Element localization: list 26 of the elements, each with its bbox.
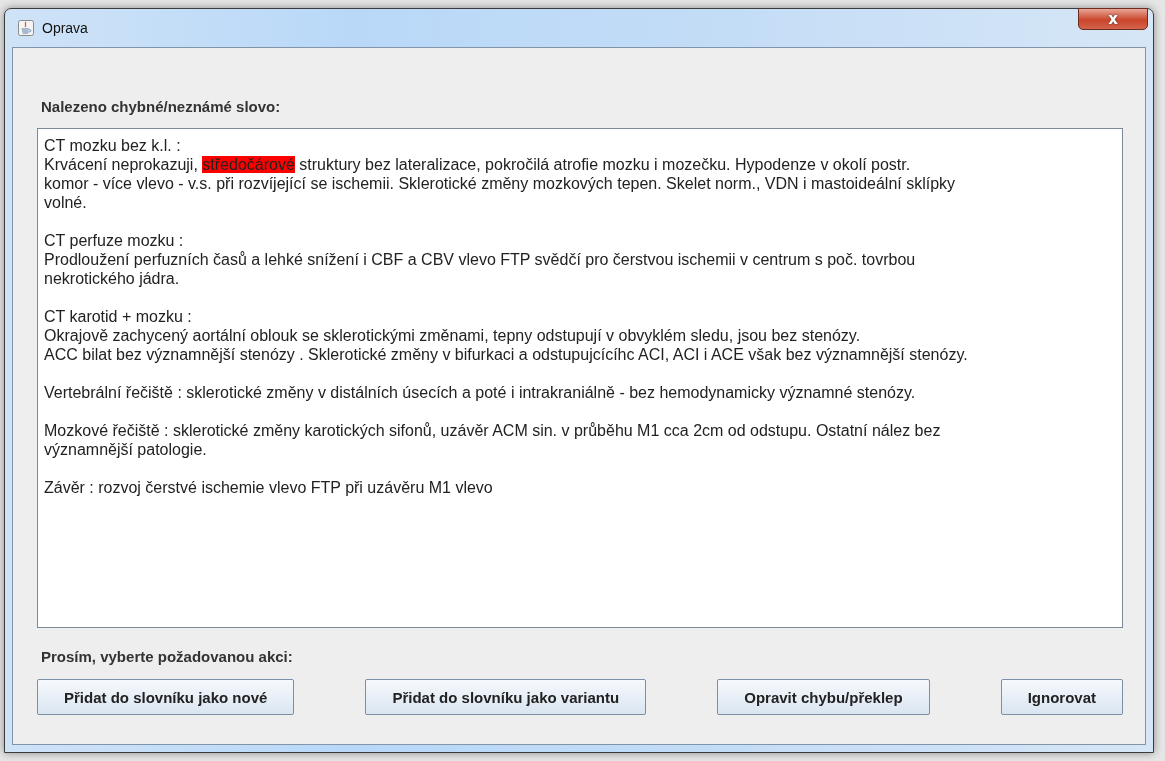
- text-run: CT karotid + mozku :: [44, 308, 192, 325]
- text-run: Mozkové řečiště : sklerotické změny karotických sifonů, uzávěr ACM sin. v průběhu M1 cca 2cm od odstupu. Ostatní nález bez: [44, 422, 941, 439]
- coffee-cup-icon: [18, 20, 34, 36]
- text-area[interactable]: [37, 128, 1123, 628]
- close-button[interactable]: x: [1078, 8, 1148, 30]
- text-run: Závěr : rozvoj čerstvé ischemie vlevo FTP při uzávěru M1 vlevo: [44, 479, 493, 496]
- text-run: Okrajově zachycený aortální oblouk se sklerotickými změnami, tepny odstupují v obvyklém sledu, jsou bez stenózy.: [44, 327, 861, 344]
- text-run: Prodloužení perfuzních časů a lehké snížení i CBF a CBV vlevo FTP svědčí pro čerstvou ischemii v centrum s poč. tovrbou: [44, 251, 916, 268]
- action-button[interactable]: Přidat do slovníku jako variantu: [365, 679, 647, 715]
- window-title: Oprava: [42, 20, 88, 36]
- text-run: ACC bilat bez významnější stenózy . Sklerotické změny v bifurkaci a odstupujcícíhc ACI, ACI i ACE však bez významnější stenózy.: [44, 346, 968, 363]
- text-run: nekrotického jádra.: [44, 270, 180, 287]
- action-button[interactable]: Přidat do slovníku jako nové: [37, 679, 295, 715]
- text-run: CT perfuze mozku :: [44, 232, 184, 249]
- highlighted-word: středočárové: [202, 156, 295, 173]
- text-run: komor - více vlevo - v.s. při rozvíjející se ischemii. Sklerotické změny mozkových tepen. Skelet norm., VDN i mastoideální sklípky: [44, 175, 956, 192]
- text-run: struktury bez lateralizace, pokročilá atrofie mozku i mozečku. Hypodenze v okolí postr.: [299, 156, 911, 173]
- text-run: volné.: [44, 194, 87, 211]
- text-run: Vertebrální řečiště : sklerotické změny v distálních úsecích a poté i intrakraniálně - bez hemodynamicky významné stenózy.: [44, 384, 916, 401]
- text-run: významnější patologie.: [44, 441, 207, 458]
- section-label: Nalezeno chybné/neznámé slovo:: [41, 98, 282, 115]
- action-button[interactable]: Ignorovat: [1000, 679, 1123, 715]
- section-label: Prosím, vyberte požadovanou akci:: [41, 648, 294, 665]
- text-run: Krvácení neprokazuji,: [44, 156, 198, 173]
- action-button[interactable]: Opravit chybu/překlep: [717, 679, 930, 715]
- text-run: CT mozku bez k.l. :: [44, 137, 181, 154]
